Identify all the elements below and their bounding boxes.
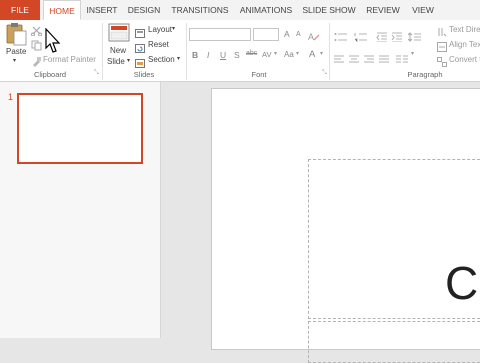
underline-button[interactable]: U xyxy=(220,50,226,60)
font-color-button[interactable]: A xyxy=(309,49,315,60)
increase-indent-icon[interactable] xyxy=(391,29,403,47)
ribbon-separator xyxy=(102,23,103,80)
tab-design[interactable]: DESIGN xyxy=(124,0,164,20)
paste-button[interactable] xyxy=(4,22,28,46)
clear-formatting-icon[interactable]: A xyxy=(308,29,320,47)
tab-slide-show[interactable]: SLIDE SHOW xyxy=(300,0,358,20)
align-center-icon[interactable] xyxy=(349,51,360,69)
subtitle-placeholder[interactable] xyxy=(308,321,480,363)
text-direction-button[interactable]: Text Dire xyxy=(449,25,480,34)
layout-button[interactable]: Layout xyxy=(148,25,172,34)
section-button[interactable]: Section xyxy=(148,55,175,64)
change-case-button[interactable]: Aa xyxy=(284,50,294,59)
align-left-icon[interactable] xyxy=(334,51,345,69)
italic-button[interactable]: I xyxy=(207,50,209,60)
shrink-font-button[interactable]: A xyxy=(296,31,301,38)
tab-home[interactable]: HOME xyxy=(43,0,81,20)
tab-file[interactable]: FILE xyxy=(0,0,40,20)
character-spacing-button[interactable]: AV xyxy=(262,50,271,59)
line-spacing-icon[interactable] xyxy=(407,29,422,47)
paste-label: Paste xyxy=(6,47,27,56)
bold-button[interactable]: B xyxy=(192,50,198,60)
columns-dropdown-arrow[interactable]: ▾ xyxy=(411,50,414,57)
decrease-indent-icon[interactable] xyxy=(376,29,388,47)
convert-to-smartart-button[interactable]: Convert t xyxy=(449,55,480,64)
svg-text:A: A xyxy=(308,32,314,42)
font-group-label: Font xyxy=(251,70,267,79)
clipboard-group-label: Clipboard xyxy=(33,70,67,79)
clipboard-launcher-icon[interactable]: ⤡ xyxy=(94,70,99,77)
title-placeholder[interactable]: Cl xyxy=(308,159,480,319)
columns-icon[interactable] xyxy=(396,51,410,69)
slide-thumbnail[interactable] xyxy=(17,93,143,164)
slide-number: 1 xyxy=(8,92,14,102)
align-text-button[interactable]: Align Tex xyxy=(449,40,480,49)
numbering-icon[interactable] xyxy=(354,29,368,47)
reset-button[interactable]: Reset xyxy=(148,40,169,49)
slide-canvas: Cl xyxy=(161,82,480,363)
font-family-combo[interactable] xyxy=(189,28,251,41)
new-slide-button[interactable] xyxy=(108,23,130,48)
justify-icon[interactable] xyxy=(379,51,390,69)
slides-group-label: Slides xyxy=(133,70,155,79)
paste-dropdown-arrow[interactable]: ▾ xyxy=(13,57,16,64)
grow-font-button[interactable]: A xyxy=(284,29,290,39)
section-dropdown-arrow[interactable]: ▾ xyxy=(177,55,180,62)
case-dropdown-arrow[interactable]: ▾ xyxy=(296,50,299,57)
align-right-icon[interactable] xyxy=(364,51,375,69)
ribbon-tab-bar: FILE HOME INSERT DESIGN TRANSITIONS ANIM… xyxy=(0,0,480,21)
paste-icon xyxy=(6,23,27,46)
slide-thumbnail-panel: 1 xyxy=(0,82,161,338)
tab-review[interactable]: REVIEW xyxy=(362,0,404,20)
ribbon-separator xyxy=(186,23,187,80)
font-launcher-icon[interactable]: ⤡ xyxy=(322,70,327,77)
title-text: Cl xyxy=(445,257,480,309)
text-shadow-button[interactable]: S xyxy=(234,50,240,60)
font-color-dropdown-arrow[interactable]: ▾ xyxy=(320,50,323,57)
new-slide-label: New xyxy=(110,46,127,55)
spacing-dropdown-arrow[interactable]: ▾ xyxy=(274,50,277,57)
tab-transitions[interactable]: TRANSITIONS xyxy=(168,0,232,20)
ribbon-home: Paste ▾ ▾ Format Painter Clipboard ⤡ New… xyxy=(0,20,480,82)
new-slide-dropdown-arrow[interactable]: ▾ xyxy=(127,57,130,64)
font-size-combo[interactable] xyxy=(253,28,279,41)
new-slide-icon xyxy=(108,23,130,42)
tab-insert[interactable]: INSERT xyxy=(84,0,120,20)
bullets-icon[interactable] xyxy=(334,29,348,47)
mouse-cursor-icon xyxy=(45,27,61,59)
tab-view[interactable]: VIEW xyxy=(408,0,438,20)
new-slide-label-2: Slide xyxy=(107,57,125,66)
layout-dropdown-arrow[interactable]: ▾ xyxy=(172,25,175,32)
ribbon-separator xyxy=(329,23,330,80)
strikethrough-button[interactable]: abc xyxy=(246,50,257,57)
paragraph-group-label: Paragraph xyxy=(407,70,443,79)
slide[interactable]: Cl xyxy=(211,88,480,363)
tab-animations[interactable]: ANIMATIONS xyxy=(236,0,296,20)
